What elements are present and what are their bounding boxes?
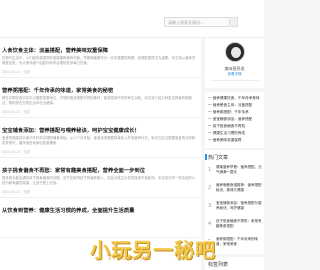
avatar-face: [231, 47, 241, 58]
hot-rank: 1: [208, 167, 212, 173]
post-item[interactable]: 人食饮食主体：淡盖搭配，营养美味双重保障 在现代生活中，人们越来越重视饮食健康和…: [0, 38, 201, 78]
post-date: 2024-05-21 · 分类: [2, 70, 30, 74]
section-accent: [205, 154, 207, 160]
hot-article-item[interactable]: 4 孩子挑食偏食不再愁：家常有趣美食搭配: [208, 218, 262, 234]
search-input[interactable]: 请输入搜索关键词...: [164, 17, 230, 27]
watermark-subtext: XIAOWANG: [108, 256, 152, 262]
divider: [210, 80, 259, 81]
post-date: 2024-05-21 · 分类: [2, 110, 30, 114]
profile-link[interactable]: 查看详情: [205, 72, 264, 77]
recommended-list: 一 营养健康饮食，千年传承美味 一 营养餐食主体：淡盖搭配 一 营养粥搭配：千年…: [205, 92, 264, 148]
recommended-item[interactable]: 一 健康生活习惯的养成: [208, 131, 263, 136]
hot-article-item[interactable]: 2 营养晚餐食谱推荐：营养搭配秘诀，美味又健康: [208, 182, 262, 198]
post-excerpt: 粥在中国饮食文化中占据着重要地位，不同的粥品搭配不同的食材，能够发挥不同的养生功…: [2, 96, 192, 105]
post-item[interactable]: 孩子挑食偏食不再愁：家常有趣美食搭配，营养全面一步到位 很多家长都会遇到孩子挑食…: [0, 158, 201, 198]
hot-article-item[interactable]: 3 宝宝辅食添加：营养搭配与喂养秘诀，呵护健康: [208, 200, 262, 216]
top-bar: 请输入搜索关键词...: [0, 0, 264, 38]
post-item[interactable]: 从饮食到营养：健康生活习惯的养成，全面提升生活质量: [0, 198, 201, 238]
hot-article-title[interactable]: 宝宝辅食添加：营养搭配与喂养秘诀，呵护健康: [216, 201, 262, 216]
avatar[interactable]: [225, 42, 245, 62]
post-excerpt: [2, 216, 198, 226]
post-excerpt: 很多家长都会遇到孩子挑食偏食的问题，这不仅影响孩子的营养摄入，还会对其生长发育造…: [2, 176, 196, 185]
recommended-item[interactable]: 一 营养餐食主体：淡盖搭配: [208, 103, 263, 108]
recommended-item[interactable]: 一 营养健康饮食，千年传承美味: [208, 96, 263, 101]
watermark-logo: 小玩另一秘吧 XIAOWANG: [90, 234, 230, 262]
profile-card: 美味营养说 查看详情: [205, 38, 264, 88]
search-placeholder: 请输入搜索关键词...: [168, 20, 204, 25]
post-date: 2024-05-21 · 分类: [2, 150, 30, 154]
post-title[interactable]: 孩子挑食偏食不再愁：家常有趣美食搭配，营养全面一步到位: [2, 166, 198, 174]
recommended-item[interactable]: 一 营养粥搭配：千年传承: [208, 110, 263, 115]
post-title[interactable]: 从饮食到营养：健康生活习惯的养成，全面提升生活质量: [2, 206, 198, 214]
post-title[interactable]: 营养粥搭配：千年传承的味道，家常美食的秘密: [2, 86, 198, 94]
recommended-item[interactable]: 一 营养美味双重保障: [208, 138, 263, 143]
post-item[interactable]: 宝宝辅食添加：营养搭配与喂养秘诀，呵护宝宝健康成长！ 宝宝的健康成长离不开科学合…: [0, 118, 201, 158]
search-button[interactable]: [230, 17, 238, 27]
hot-article-title[interactable]: 孩子挑食偏食不再愁：家常有趣美食搭配: [216, 219, 262, 234]
recommended-item[interactable]: 一 宝宝辅食添加：营养搭配: [208, 117, 263, 122]
post-excerpt: 宝宝的健康成长离不开科学合理的辅食添加。从六个月开始，宝宝逐渐需要除母乳以外的营…: [2, 136, 196, 145]
hot-rank: 4: [208, 221, 212, 227]
hot-article-item[interactable]: 1 健康营养早餐：营养搭配，元气满满一整天: [208, 164, 262, 180]
post-excerpt: 在现代生活中，人们越来越重视饮食健康和营养均衡。早餐和晚餐作为一天中重要的两餐，…: [2, 56, 196, 65]
hot-articles-title: 热门文章: [208, 155, 229, 161]
recommended-item[interactable]: 一 孩子挑食偏食不再愁: [208, 124, 263, 129]
post-title[interactable]: 宝宝辅食添加：营养搭配与喂养秘诀，呵护宝宝健康成长！: [2, 126, 198, 134]
post-item[interactable]: 营养粥搭配：千年传承的味道，家常美食的秘密 粥在中国饮食文化中占据着重要地位，不…: [0, 78, 201, 118]
post-title[interactable]: 人食饮食主体：淡盖搭配，营养美味双重保障: [2, 46, 198, 54]
hot-article-title[interactable]: 营养晚餐食谱推荐：营养搭配秘诀，美味又健康: [216, 183, 262, 198]
post-date: 2024-05-21 · 分类: [2, 190, 30, 194]
hot-article-title[interactable]: 健康营养早餐：营养搭配，元气满满一整天: [216, 165, 262, 180]
hot-rank: 3: [208, 203, 212, 209]
hot-rank: 2: [208, 185, 212, 191]
